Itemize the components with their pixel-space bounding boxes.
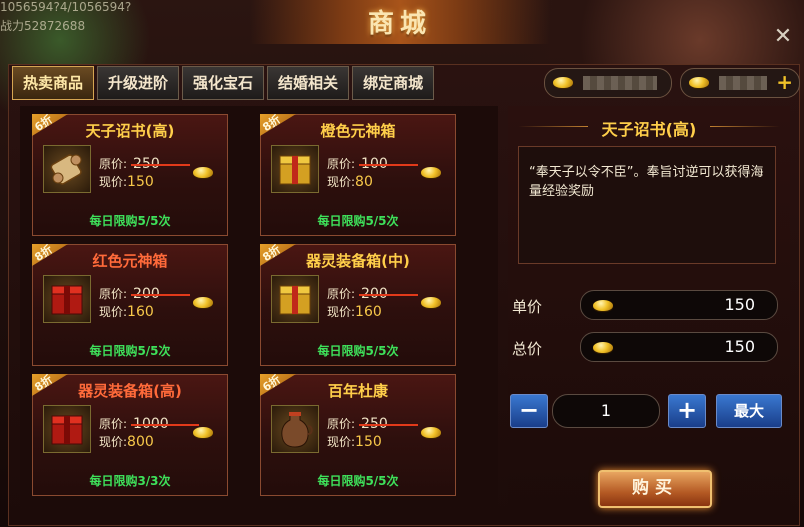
background-hud: 1056594?4/1056594? 战力52872688	[0, 0, 180, 40]
scroll-icon	[43, 145, 91, 193]
now-price: 160	[127, 304, 154, 320]
quantity-input[interactable]: 1	[552, 394, 660, 428]
purchase-limit: 每日限购5/5次	[317, 344, 399, 358]
gold-ingot-icon	[191, 165, 215, 179]
price-block: 原价: 100 现价:80	[327, 155, 388, 191]
gold-balance-value-hidden	[583, 76, 657, 90]
purchase-limit: 每日限购3/3次	[89, 474, 171, 488]
price-block: 原价: 250 现价:150	[99, 155, 160, 191]
unit-price-value: 150	[724, 295, 755, 314]
tab-upgrade[interactable]: 升级进阶	[97, 66, 180, 100]
total-price-label: 总价	[512, 340, 543, 358]
hud-power-text: 战力52872688	[0, 19, 86, 33]
gold-ingot-icon	[419, 295, 443, 309]
item-detail-panel: 天子诏书(高) “奉天子以令不臣”。奉旨讨逆可以获得海量经验奖励 单价 150 …	[508, 106, 790, 516]
bound-gold-balance: +	[680, 68, 800, 98]
unit-price-label: 单价	[512, 298, 543, 316]
now-price-label: 现价:	[99, 305, 128, 319]
gold-ingot-icon	[551, 75, 575, 89]
item-card[interactable]: 8折 橙色元神箱 原价: 100 现价:80 每日限购5/5次	[260, 114, 456, 236]
orig-price: 250	[361, 416, 388, 432]
item-card[interactable]: 8折 器灵装备箱(高) 原价: 1000 现价:800 每日限购3/3次	[32, 374, 228, 496]
item-name: 橙色元神箱	[320, 122, 396, 140]
gold-ingot-icon	[419, 165, 443, 179]
now-price: 800	[127, 434, 154, 450]
purchase-limit: 每日限购5/5次	[317, 474, 399, 488]
orig-price: 1000	[133, 416, 169, 432]
now-price-label: 现价:	[327, 175, 356, 189]
gold-ingot-icon	[687, 75, 711, 89]
orig-price-label: 原价:	[99, 287, 128, 301]
title-bar: 商城	[250, 0, 550, 44]
increase-quantity-button[interactable]: +	[668, 394, 706, 428]
gold-chest-icon	[271, 145, 319, 193]
price-block: 原价: 200 现价:160	[99, 285, 160, 321]
orig-price: 200	[133, 286, 160, 302]
now-price: 150	[355, 434, 382, 450]
item-grid: 6折 天子诏书(高) 原价: 250 现价:150 每日限购5/5次 8折 橙色元…	[20, 106, 498, 506]
tab-hot-items[interactable]: 热卖商品	[12, 66, 95, 100]
orig-price-label: 原价:	[327, 417, 356, 431]
item-card[interactable]: 8折 器灵装备箱(中) 原价: 200 现价:160 每日限购5/5次	[260, 244, 456, 366]
price-block: 原价: 250 现价:150	[327, 415, 388, 451]
recharge-plus-icon[interactable]: +	[776, 71, 793, 93]
item-name: 器灵装备箱(高)	[78, 382, 182, 400]
tab-gems[interactable]: 强化宝石	[182, 66, 265, 100]
now-price-label: 现价:	[327, 435, 356, 449]
gold-ingot-icon	[191, 425, 215, 439]
orig-price-label: 原价:	[99, 157, 128, 171]
item-name: 百年杜康	[327, 382, 388, 400]
now-price: 80	[355, 174, 373, 190]
item-card[interactable]: 6折 天子诏书(高) 原价: 250 现价:150 每日限购5/5次	[32, 114, 228, 236]
orig-price-label: 原价:	[327, 157, 356, 171]
orig-price-label: 原价:	[99, 417, 128, 431]
item-name: 器灵装备箱(中)	[306, 252, 410, 270]
item-name: 红色元神箱	[92, 252, 168, 270]
close-icon[interactable]: ✕	[772, 26, 794, 48]
total-price-field: 150	[580, 332, 778, 362]
orig-price: 100	[361, 156, 388, 172]
detail-description: “奉天子以令不臣”。奉旨讨逆可以获得海量经验奖励	[518, 146, 776, 264]
price-block: 原价: 200 现价:160	[327, 285, 388, 321]
now-price-label: 现价:	[327, 305, 356, 319]
gold-balance	[544, 68, 672, 98]
purchase-limit: 每日限购5/5次	[89, 214, 171, 228]
gold-ingot-icon	[419, 425, 443, 439]
red-chest-icon	[43, 275, 91, 323]
price-block: 原价: 1000 现价:800	[99, 415, 169, 451]
window-title: 商城	[367, 9, 432, 39]
item-card[interactable]: 8折 红色元神箱 原价: 200 现价:160 每日限购5/5次	[32, 244, 228, 366]
tab-marriage[interactable]: 结婚相关	[267, 66, 350, 100]
purchase-limit: 每日限购5/5次	[89, 344, 171, 358]
max-quantity-button[interactable]: 最大	[716, 394, 782, 428]
item-name: 天子诏书(高)	[85, 122, 175, 140]
total-price-value: 150	[724, 337, 755, 356]
gold-ingot-icon	[591, 340, 615, 354]
hud-hp-text: 1056594?4/1056594?	[0, 0, 132, 14]
unit-price-field: 150	[580, 290, 778, 320]
orig-price-label: 原价:	[327, 287, 356, 301]
purchase-limit: 每日限购5/5次	[317, 214, 399, 228]
gold-ingot-icon	[191, 295, 215, 309]
item-card[interactable]: 6折 百年杜康 原价: 250 现价:150 每日限购5/5次	[260, 374, 456, 496]
now-price-label: 现价:	[99, 435, 128, 449]
now-price: 150	[127, 174, 154, 190]
now-price-label: 现价:	[99, 175, 128, 189]
wine-jug-icon	[271, 405, 319, 453]
orig-price: 250	[133, 156, 160, 172]
decrease-quantity-button[interactable]: −	[510, 394, 548, 428]
buy-button[interactable]: 购买	[598, 470, 712, 508]
now-price: 160	[355, 304, 382, 320]
gold-chest-icon	[271, 275, 319, 323]
red-chest-icon	[43, 405, 91, 453]
tab-bar: 热卖商品 升级进阶 强化宝石 结婚相关 绑定商城	[12, 66, 437, 100]
gold-ingot-icon	[591, 298, 615, 312]
tab-bound-shop[interactable]: 绑定商城	[352, 66, 435, 100]
orig-price: 200	[361, 286, 388, 302]
detail-item-name: 天子诏书(高)	[508, 116, 790, 140]
bound-gold-value-hidden	[719, 76, 767, 90]
